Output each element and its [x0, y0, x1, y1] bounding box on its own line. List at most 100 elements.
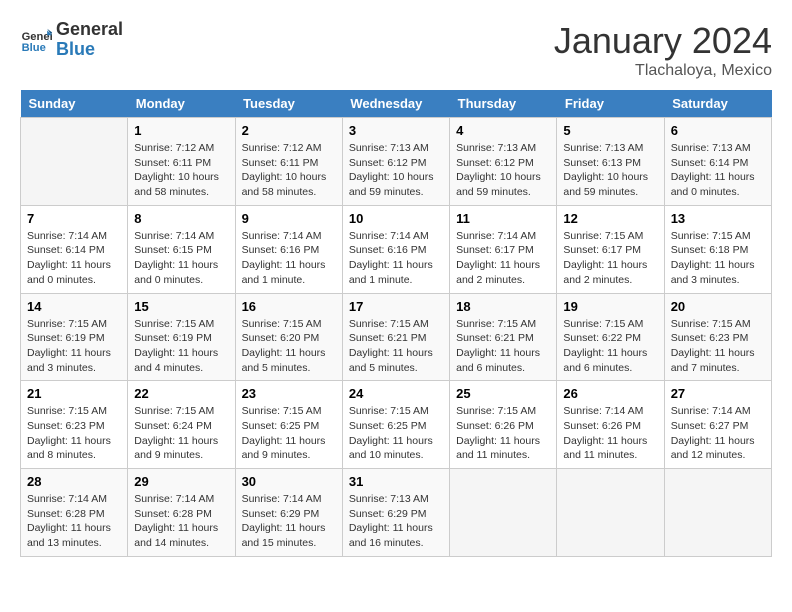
calendar-body: 1 Sunrise: 7:12 AMSunset: 6:11 PMDaylight…: [21, 118, 772, 557]
day-info: Sunrise: 7:15 AMSunset: 6:22 PMDaylight:…: [563, 317, 657, 376]
calendar-cell: 21 Sunrise: 7:15 AMSunset: 6:23 PMDayligh…: [21, 381, 128, 469]
day-number: 14: [27, 299, 121, 314]
day-info: Sunrise: 7:15 AMSunset: 6:25 PMDaylight:…: [349, 404, 443, 463]
logo-icon: General Blue: [20, 24, 52, 56]
day-number: 22: [134, 386, 228, 401]
calendar-cell: 12 Sunrise: 7:15 AMSunset: 6:17 PMDayligh…: [557, 205, 664, 293]
day-number: 1: [134, 123, 228, 138]
calendar-cell: 13 Sunrise: 7:15 AMSunset: 6:18 PMDayligh…: [664, 205, 771, 293]
day-number: 10: [349, 211, 443, 226]
day-number: 11: [456, 211, 550, 226]
dow-sunday: Sunday: [21, 90, 128, 118]
calendar-cell: 25 Sunrise: 7:15 AMSunset: 6:26 PMDayligh…: [450, 381, 557, 469]
day-info: Sunrise: 7:14 AMSunset: 6:27 PMDaylight:…: [671, 404, 765, 463]
day-number: 18: [456, 299, 550, 314]
day-number: 26: [563, 386, 657, 401]
day-number: 31: [349, 474, 443, 489]
day-info: Sunrise: 7:14 AMSunset: 6:28 PMDaylight:…: [27, 492, 121, 551]
week-row-4: 21 Sunrise: 7:15 AMSunset: 6:23 PMDayligh…: [21, 381, 772, 469]
calendar-cell: 5 Sunrise: 7:13 AMSunset: 6:13 PMDaylight…: [557, 118, 664, 206]
day-number: 24: [349, 386, 443, 401]
logo: General Blue General Blue: [20, 20, 123, 60]
calendar-cell: 26 Sunrise: 7:14 AMSunset: 6:26 PMDayligh…: [557, 381, 664, 469]
calendar-cell: 22 Sunrise: 7:15 AMSunset: 6:24 PMDayligh…: [128, 381, 235, 469]
day-number: 15: [134, 299, 228, 314]
calendar-cell: 20 Sunrise: 7:15 AMSunset: 6:23 PMDayligh…: [664, 293, 771, 381]
calendar-cell: 2 Sunrise: 7:12 AMSunset: 6:11 PMDaylight…: [235, 118, 342, 206]
week-row-1: 1 Sunrise: 7:12 AMSunset: 6:11 PMDaylight…: [21, 118, 772, 206]
day-number: 4: [456, 123, 550, 138]
day-number: 13: [671, 211, 765, 226]
day-of-week-header-row: SundayMondayTuesdayWednesdayThursdayFrid…: [21, 90, 772, 118]
calendar-cell: 16 Sunrise: 7:15 AMSunset: 6:20 PMDayligh…: [235, 293, 342, 381]
day-info: Sunrise: 7:15 AMSunset: 6:21 PMDaylight:…: [349, 317, 443, 376]
calendar-cell: 30 Sunrise: 7:14 AMSunset: 6:29 PMDayligh…: [235, 469, 342, 557]
day-info: Sunrise: 7:14 AMSunset: 6:16 PMDaylight:…: [242, 229, 336, 288]
calendar-cell: 31 Sunrise: 7:13 AMSunset: 6:29 PMDayligh…: [342, 469, 449, 557]
calendar-cell: 29Sunrise: 7:14 AMSunset: 6:28 PMDayligh…: [128, 469, 235, 557]
day-info: Sunrise: 7:14 AMSunset: 6:26 PMDaylight:…: [563, 404, 657, 463]
dow-saturday: Saturday: [664, 90, 771, 118]
calendar-cell: 18 Sunrise: 7:15 AMSunset: 6:21 PMDayligh…: [450, 293, 557, 381]
day-info: Sunrise: 7:14 AMSunset: 6:14 PMDaylight:…: [27, 229, 121, 288]
day-info: Sunrise: 7:15 AMSunset: 6:19 PMDaylight:…: [134, 317, 228, 376]
day-number: 16: [242, 299, 336, 314]
calendar-cell: 10Sunrise: 7:14 AMSunset: 6:16 PMDayligh…: [342, 205, 449, 293]
day-number: 21: [27, 386, 121, 401]
calendar-cell: 1Sunrise: 7:12 AMSunset: 6:11 PMDaylight…: [128, 118, 235, 206]
day-number: 30: [242, 474, 336, 489]
dow-tuesday: Tuesday: [235, 90, 342, 118]
day-info: Sunrise: 7:15 AMSunset: 6:21 PMDaylight:…: [456, 317, 550, 376]
day-info: Sunrise: 7:15 AMSunset: 6:23 PMDaylight:…: [27, 404, 121, 463]
day-info: Sunrise: 7:13 AMSunset: 6:14 PMDaylight:…: [671, 141, 765, 200]
logo-blue: Blue: [56, 40, 123, 60]
day-number: 12: [563, 211, 657, 226]
day-number: 2: [242, 123, 336, 138]
day-info: Sunrise: 7:15 AMSunset: 6:26 PMDaylight:…: [456, 404, 550, 463]
day-number: 6: [671, 123, 765, 138]
calendar-cell: 3Sunrise: 7:13 AMSunset: 6:12 PMDaylight…: [342, 118, 449, 206]
day-info: Sunrise: 7:15 AMSunset: 6:17 PMDaylight:…: [563, 229, 657, 288]
day-number: 20: [671, 299, 765, 314]
day-number: 25: [456, 386, 550, 401]
dow-monday: Monday: [128, 90, 235, 118]
day-number: 5: [563, 123, 657, 138]
day-number: 9: [242, 211, 336, 226]
calendar-cell: 4 Sunrise: 7:13 AMSunset: 6:12 PMDaylight…: [450, 118, 557, 206]
calendar-cell: [21, 118, 128, 206]
calendar-cell: 8Sunrise: 7:14 AMSunset: 6:15 PMDaylight…: [128, 205, 235, 293]
day-info: Sunrise: 7:14 AMSunset: 6:29 PMDaylight:…: [242, 492, 336, 551]
svg-text:Blue: Blue: [22, 42, 46, 54]
calendar-table: SundayMondayTuesdayWednesdayThursdayFrid…: [20, 90, 772, 557]
day-info: Sunrise: 7:13 AMSunset: 6:12 PMDaylight:…: [349, 141, 443, 200]
calendar-cell: 17Sunrise: 7:15 AMSunset: 6:21 PMDayligh…: [342, 293, 449, 381]
calendar-cell: 9 Sunrise: 7:14 AMSunset: 6:16 PMDaylight…: [235, 205, 342, 293]
calendar-cell: 7Sunrise: 7:14 AMSunset: 6:14 PMDaylight…: [21, 205, 128, 293]
calendar-cell: 11Sunrise: 7:14 AMSunset: 6:17 PMDayligh…: [450, 205, 557, 293]
dow-thursday: Thursday: [450, 90, 557, 118]
logo-general: General: [56, 20, 123, 40]
day-info: Sunrise: 7:12 AMSunset: 6:11 PMDaylight:…: [242, 141, 336, 200]
day-number: 23: [242, 386, 336, 401]
day-info: Sunrise: 7:15 AMSunset: 6:18 PMDaylight:…: [671, 229, 765, 288]
day-info: Sunrise: 7:13 AMSunset: 6:29 PMDaylight:…: [349, 492, 443, 551]
location-subtitle: Tlachaloya, Mexico: [554, 62, 772, 80]
day-info: Sunrise: 7:15 AMSunset: 6:23 PMDaylight:…: [671, 317, 765, 376]
title-block: January 2024 Tlachaloya, Mexico: [554, 20, 772, 80]
day-info: Sunrise: 7:13 AMSunset: 6:12 PMDaylight:…: [456, 141, 550, 200]
day-info: Sunrise: 7:15 AMSunset: 6:24 PMDaylight:…: [134, 404, 228, 463]
day-number: 27: [671, 386, 765, 401]
day-info: Sunrise: 7:15 AMSunset: 6:25 PMDaylight:…: [242, 404, 336, 463]
day-number: 29: [134, 474, 228, 489]
week-row-3: 14 Sunrise: 7:15 AMSunset: 6:19 PMDayligh…: [21, 293, 772, 381]
day-info: Sunrise: 7:15 AMSunset: 6:19 PMDaylight:…: [27, 317, 121, 376]
calendar-cell: 14 Sunrise: 7:15 AMSunset: 6:19 PMDayligh…: [21, 293, 128, 381]
page-header: General Blue General Blue January 2024 T…: [20, 20, 772, 80]
calendar-cell: 15 Sunrise: 7:15 AMSunset: 6:19 PMDayligh…: [128, 293, 235, 381]
day-info: Sunrise: 7:15 AMSunset: 6:20 PMDaylight:…: [242, 317, 336, 376]
calendar-cell: 24 Sunrise: 7:15 AMSunset: 6:25 PMDayligh…: [342, 381, 449, 469]
week-row-5: 28 Sunrise: 7:14 AMSunset: 6:28 PMDayligh…: [21, 469, 772, 557]
calendar-cell: [557, 469, 664, 557]
day-info: Sunrise: 7:13 AMSunset: 6:13 PMDaylight:…: [563, 141, 657, 200]
day-number: 28: [27, 474, 121, 489]
